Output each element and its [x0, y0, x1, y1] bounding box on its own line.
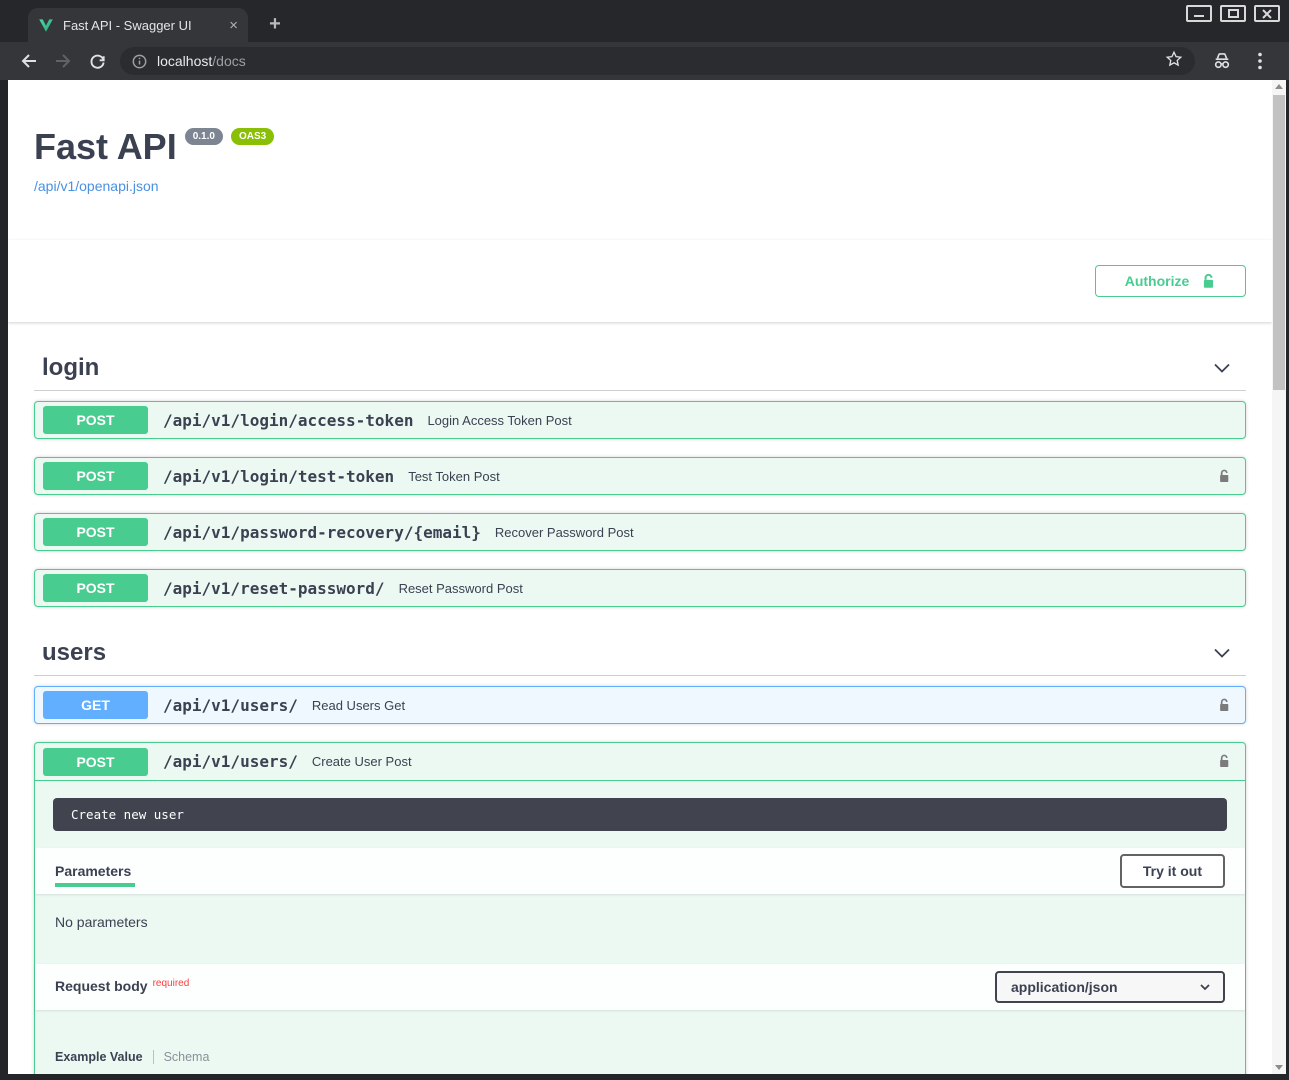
operation-row[interactable]: GET /api/v1/users/ Read Users Get — [34, 686, 1246, 724]
request-body-header: Request body required application/json — [35, 964, 1245, 1010]
browser-toolbar: localhost/docs — [0, 42, 1289, 80]
close-icon[interactable] — [1254, 5, 1280, 22]
lock-open-icon[interactable] — [1217, 753, 1231, 770]
operation-summary: Login Access Token Post — [427, 413, 571, 428]
section-header-login[interactable]: login — [34, 346, 1246, 391]
try-it-out-button[interactable]: Try it out — [1120, 854, 1225, 888]
tab-strip: Fast API - Swagger UI × + — [0, 0, 1289, 42]
operation-row[interactable]: POST /api/v1/login/access-token Login Ac… — [34, 401, 1246, 439]
operation-path[interactable]: /api/v1/login/test-token — [163, 467, 394, 486]
forward-icon[interactable] — [46, 46, 80, 76]
chevron-down-icon[interactable] — [1212, 358, 1232, 378]
scrollbar-down-arrow-icon[interactable] — [1275, 1065, 1283, 1070]
required-badge: required — [153, 978, 190, 989]
tab-example-value[interactable]: Example Value — [55, 1050, 143, 1064]
page-title: Fast API 0.1.0 OAS3 — [34, 126, 1246, 168]
lock-open-icon — [1201, 273, 1216, 290]
refresh-icon[interactable] — [80, 46, 114, 76]
api-title-text: Fast API — [34, 126, 177, 168]
authorize-button[interactable]: Authorize — [1095, 265, 1246, 297]
request-body-label: Request body — [55, 978, 148, 994]
operation-row[interactable]: POST /api/v1/login/test-token Test Token… — [34, 457, 1246, 495]
operation-expanded: POST /api/v1/users/ Create User Post Cre… — [34, 742, 1246, 1074]
address-bar[interactable]: localhost/docs — [120, 47, 1195, 75]
lock-open-icon[interactable] — [1217, 697, 1231, 714]
tab-title: Fast API - Swagger UI — [63, 18, 220, 33]
version-badge: 0.1.0 — [185, 128, 223, 145]
operation-summary: Reset Password Post — [399, 581, 523, 596]
section-title: users — [42, 639, 106, 667]
incognito-icon — [1205, 46, 1239, 76]
menu-kebab-icon[interactable] — [1243, 46, 1277, 76]
new-tab-button[interactable]: + — [262, 11, 288, 37]
url-host: localhost — [157, 53, 212, 69]
scrollbar-thumb[interactable] — [1273, 95, 1285, 390]
operation-path[interactable]: /api/v1/reset-password/ — [163, 579, 385, 598]
chevron-down-icon[interactable] — [1212, 643, 1232, 663]
minimize-icon[interactable] — [1186, 5, 1212, 22]
operation-path[interactable]: /api/v1/login/access-token — [163, 411, 413, 430]
section-header-users[interactable]: users — [34, 631, 1246, 676]
openapi-spec-link[interactable]: /api/v1/openapi.json — [34, 178, 159, 194]
operation-row[interactable]: POST /api/v1/users/ Create User Post — [35, 743, 1245, 781]
scrollbar-up-arrow-icon[interactable] — [1275, 84, 1283, 89]
api-info: Fast API 0.1.0 OAS3 /api/v1/openapi.json — [34, 80, 1246, 196]
model-example: Example Value Schema { — [35, 1010, 1245, 1074]
tab-parameters[interactable]: Parameters — [55, 849, 131, 893]
content-type-select[interactable]: application/json — [995, 971, 1225, 1003]
window-controls — [1186, 5, 1280, 22]
operation-summary: Read Users Get — [312, 698, 405, 713]
back-icon[interactable] — [12, 46, 46, 76]
operation-path[interactable]: /api/v1/users/ — [163, 696, 298, 715]
method-badge[interactable]: POST — [43, 462, 148, 490]
url-path: /docs — [212, 53, 245, 69]
operation-row[interactable]: POST /api/v1/password-recovery/{email} R… — [34, 513, 1246, 551]
scheme-container: Authorize — [8, 240, 1272, 322]
method-badge[interactable]: POST — [43, 748, 148, 776]
tab-schema[interactable]: Schema — [164, 1050, 210, 1064]
info-icon[interactable] — [132, 54, 147, 69]
tab-divider — [153, 1050, 154, 1064]
lock-open-icon[interactable] — [1217, 468, 1231, 485]
operation-row[interactable]: POST /api/v1/reset-password/ Reset Passw… — [34, 569, 1246, 607]
method-badge[interactable]: GET — [43, 691, 148, 719]
operation-summary: Create User Post — [312, 754, 412, 769]
content-type-value: application/json — [1011, 979, 1118, 995]
swagger-page: Fast API 0.1.0 OAS3 /api/v1/openapi.json… — [8, 80, 1272, 1074]
operation-summary: Recover Password Post — [495, 525, 634, 540]
toolbar-right — [1205, 46, 1277, 76]
parameters-header: Parameters Try it out — [35, 848, 1245, 894]
request-body-label-group: Request body required — [55, 978, 189, 996]
operation-description: Create new user — [53, 798, 1227, 831]
bookmark-star-icon[interactable] — [1165, 50, 1183, 73]
method-badge[interactable]: POST — [43, 518, 148, 546]
no-parameters-text: No parameters — [35, 894, 1245, 950]
favicon-v-icon — [38, 17, 54, 33]
maximize-icon[interactable] — [1220, 5, 1246, 22]
method-badge[interactable]: POST — [43, 574, 148, 602]
operation-path[interactable]: /api/v1/password-recovery/{email} — [163, 523, 481, 542]
section-title: login — [42, 354, 99, 382]
method-badge[interactable]: POST — [43, 406, 148, 434]
authorize-label: Authorize — [1125, 273, 1190, 289]
operation-path[interactable]: /api/v1/users/ — [163, 752, 298, 771]
operation-summary: Test Token Post — [408, 469, 500, 484]
browser-tab-active[interactable]: Fast API - Swagger UI × — [28, 8, 248, 42]
page-scrollbar[interactable] — [1272, 80, 1286, 1074]
oas3-badge: OAS3 — [231, 128, 274, 145]
url-text[interactable]: localhost/docs — [157, 53, 246, 69]
chevron-down-icon — [1199, 981, 1211, 993]
tab-close-icon[interactable]: × — [229, 18, 238, 33]
